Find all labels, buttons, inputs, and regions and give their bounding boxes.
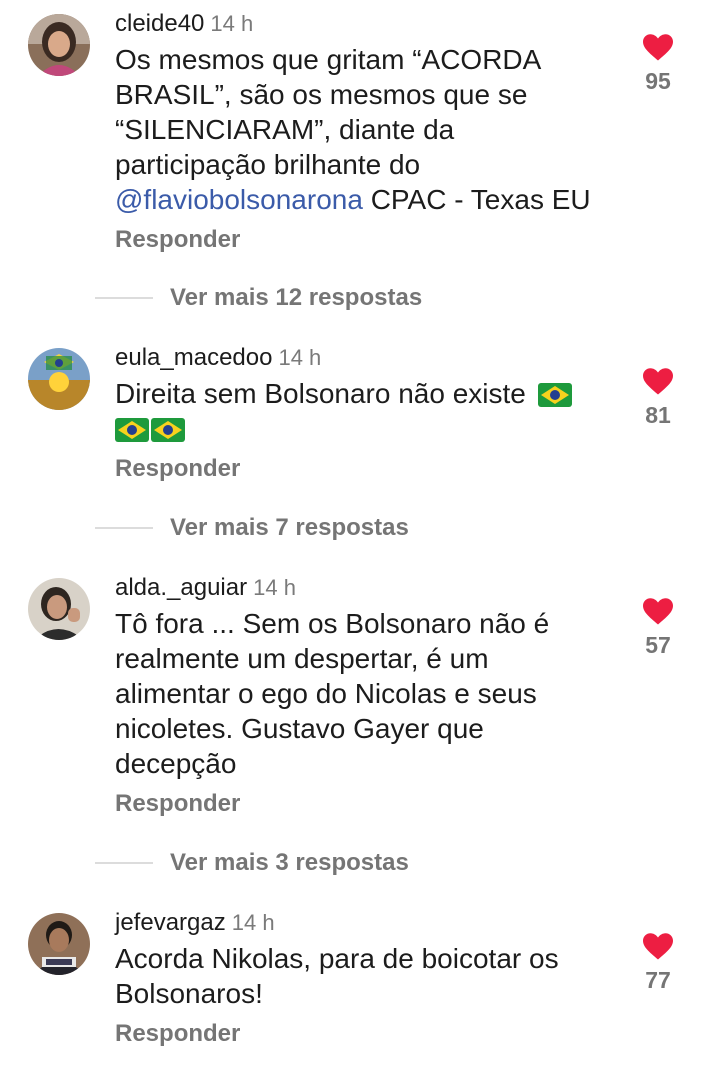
- comment-username[interactable]: alda._aguiar: [115, 574, 247, 601]
- comment-username[interactable]: cleide40: [115, 10, 204, 37]
- brazil-flag-icon: [537, 383, 572, 407]
- comment-time: 14 h: [253, 575, 296, 600]
- reply-button[interactable]: Responder: [115, 787, 635, 821]
- comment-text: Direita sem Bolsonaro não existe: [115, 376, 635, 446]
- like-count: 57: [645, 632, 671, 658]
- comment-time: 14 h: [231, 910, 275, 935]
- view-more-replies[interactable]: Ver mais 7 respostas: [95, 511, 409, 545]
- brazil-flag-icon: [151, 418, 185, 442]
- like-count: 95: [645, 68, 671, 94]
- heart-icon[interactable]: [643, 368, 673, 396]
- comment-text-line: decepção: [115, 748, 237, 779]
- comment-username[interactable]: jefevargaz: [115, 909, 226, 936]
- view-more-replies-label[interactable]: Ver mais 3 respostas: [170, 849, 409, 877]
- heart-icon[interactable]: [643, 598, 673, 626]
- comments-feed: cleide40 14 h Os mesmos que gritam “ACORD…: [0, 0, 708, 1068]
- comment-text-line: BRASIL”, são os mesmos que se: [115, 79, 528, 110]
- comment-text-line: Tô fora ... Sem os Bolsonaro não é: [115, 608, 550, 639]
- reply-button[interactable]: Responder: [115, 223, 635, 257]
- like-group: 95: [628, 34, 688, 95]
- comment-text: Acorda Nikolas, para de boicotar os Bols…: [115, 941, 635, 1011]
- like-group: 81: [628, 368, 688, 429]
- heart-icon[interactable]: [643, 933, 673, 961]
- comment-text: Os mesmos que gritam “ACORDA BRASIL”, sã…: [115, 42, 635, 217]
- heart-icon[interactable]: [643, 34, 673, 62]
- avatar[interactable]: [28, 578, 90, 640]
- reply-button[interactable]: Responder: [115, 452, 635, 486]
- like-count: 81: [645, 402, 671, 428]
- comment-text: Tô fora ... Sem os Bolsonaro não é realm…: [115, 606, 635, 781]
- comment-text-line: “SILENCIARAM”, diante da: [115, 114, 455, 145]
- avatar[interactable]: [28, 913, 90, 975]
- comment-text-line: realmente um despertar, é um: [115, 643, 489, 674]
- comment-text-line: Bolsonaros!: [115, 978, 263, 1009]
- avatar[interactable]: [28, 348, 90, 410]
- comment-time: 14 h: [210, 11, 254, 36]
- reply-button[interactable]: Responder: [115, 1017, 635, 1051]
- brazil-flag-icon: [115, 418, 149, 442]
- divider: [95, 862, 153, 864]
- comment-text-line: participação brilhante do: [115, 149, 421, 180]
- divider: [95, 527, 153, 529]
- like-group: 57: [628, 598, 688, 659]
- comment-text-tail: CPAC - Texas EU: [362, 184, 591, 215]
- comment-text-line: nicoletes. Gustavo Gayer que: [115, 713, 484, 744]
- comment-time: 14 h: [278, 345, 322, 370]
- comment-text-line: Acorda Nikolas, para de boicotar os: [115, 943, 559, 974]
- comment-username[interactable]: eula_macedoo: [115, 344, 272, 371]
- comment-text-line: alimentar o ego do Nicolas e seus: [115, 678, 537, 709]
- like-count: 77: [645, 967, 671, 993]
- comment-text-line: Direita sem Bolsonaro não existe: [115, 378, 526, 409]
- view-more-replies[interactable]: Ver mais 3 respostas: [95, 846, 409, 880]
- avatar[interactable]: [28, 14, 90, 76]
- like-group: 77: [628, 933, 688, 994]
- view-more-replies-label[interactable]: Ver mais 12 respostas: [170, 284, 422, 312]
- comment-text-line: Os mesmos que gritam “ACORDA: [115, 44, 542, 75]
- view-more-replies[interactable]: Ver mais 12 respostas: [95, 281, 422, 315]
- divider: [95, 297, 153, 299]
- mention-link[interactable]: @flaviobolsonarona: [115, 184, 363, 215]
- view-more-replies-label[interactable]: Ver mais 7 respostas: [170, 514, 409, 542]
